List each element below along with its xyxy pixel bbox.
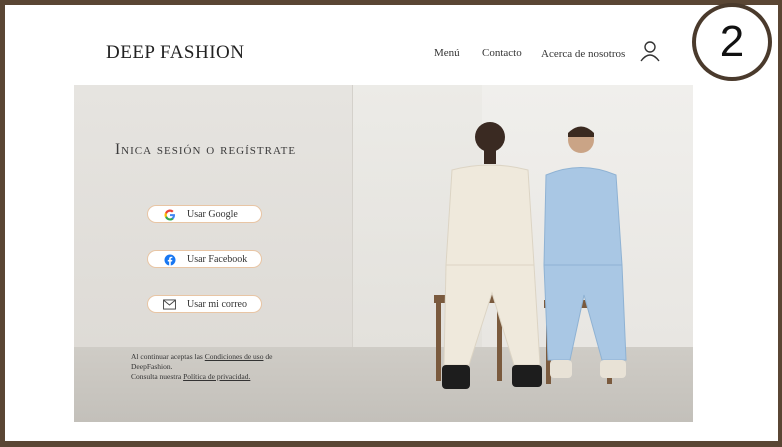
legal-notice: Al continuar aceptas las Condiciones de … xyxy=(131,352,272,382)
user-icon[interactable] xyxy=(640,40,660,62)
nav-link-about[interactable]: Acerca de nosotros xyxy=(541,48,625,60)
terms-of-use-link[interactable]: Condiciones de uso xyxy=(205,352,264,361)
login-title: Inica sesión o regístrate xyxy=(115,141,297,158)
hero-models-image xyxy=(434,122,627,389)
hero-section: Inica sesión o regístrate Usar Google Us… xyxy=(74,85,693,422)
app-screen: DEEP FASHION Menú Contacto Acerca de nos… xyxy=(74,22,693,422)
legal-text: DeepFashion. xyxy=(131,362,173,371)
google-login-button[interactable]: Usar Google xyxy=(147,205,262,223)
email-login-button[interactable]: Usar mi correo xyxy=(147,295,262,313)
privacy-policy-link[interactable]: Política de privacidad. xyxy=(183,372,250,381)
facebook-login-label: Usar Facebook xyxy=(187,254,248,265)
facebook-login-button[interactable]: Usar Facebook xyxy=(147,250,262,268)
nav-link-contact[interactable]: Contacto xyxy=(482,47,522,59)
legal-text: de xyxy=(263,352,273,361)
legal-text: Consulta nuestra xyxy=(131,372,184,381)
legal-text: Al continuar aceptas las xyxy=(131,352,205,361)
mail-icon xyxy=(163,298,176,311)
brand-logo[interactable]: DEEP FASHION xyxy=(106,42,244,64)
nav-link-menu[interactable]: Menú xyxy=(434,47,460,59)
google-icon xyxy=(163,208,176,221)
facebook-icon xyxy=(163,253,176,266)
google-login-label: Usar Google xyxy=(187,209,238,220)
top-navigation-bar: DEEP FASHION Menú Contacto Acerca de nos… xyxy=(74,22,693,85)
email-login-label: Usar mi correo xyxy=(187,299,247,310)
step-number-badge: 2 xyxy=(692,3,772,81)
